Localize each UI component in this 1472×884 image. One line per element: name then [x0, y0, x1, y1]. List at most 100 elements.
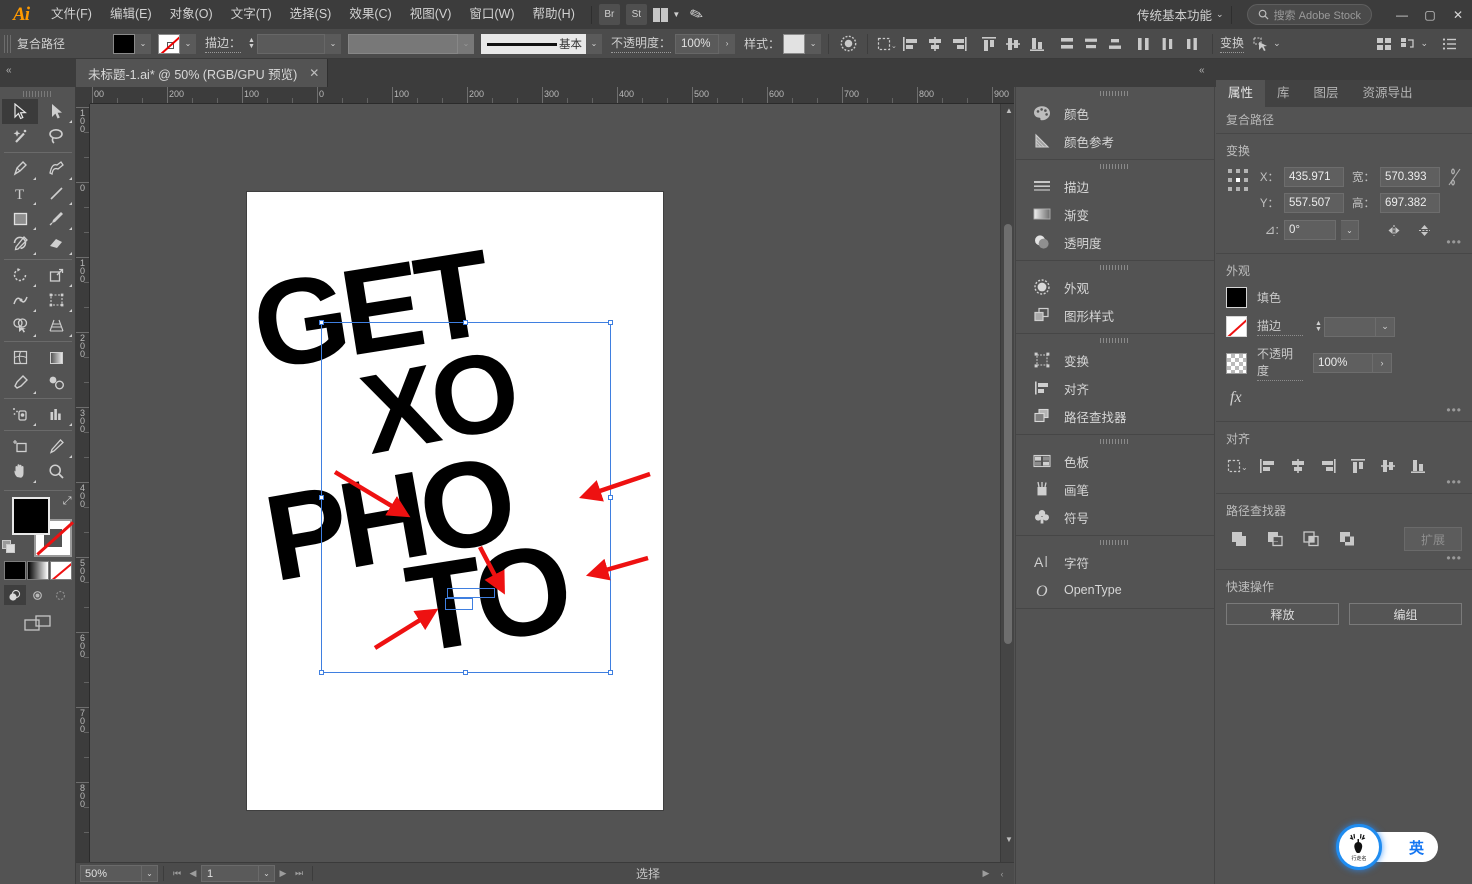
feather-icon[interactable]: ✎ [687, 3, 706, 26]
stock-search-box[interactable]: 搜索 Adobe Stock [1247, 4, 1372, 25]
control-bar-grip[interactable] [4, 35, 11, 53]
color-flat-button[interactable] [4, 561, 26, 580]
align-left-icon[interactable] [899, 32, 923, 56]
minus-front-button[interactable] [1264, 527, 1288, 551]
window-maximize-button[interactable]: ▢ [1416, 0, 1444, 29]
artboard-dropdown[interactable]: ⌄ [259, 865, 275, 882]
stroke-style-field[interactable] [348, 34, 458, 54]
release-button[interactable]: 释放 [1226, 603, 1339, 625]
color-gradient-button[interactable] [27, 561, 49, 580]
zoom-level-dropdown[interactable]: ⌄ [142, 865, 158, 882]
panel-color[interactable]: 颜色 [1016, 99, 1214, 127]
height-input[interactable]: 697.382 [1380, 193, 1440, 213]
last-artboard-button[interactable]: ⏭ [291, 865, 307, 882]
panel-appearance[interactable]: 外观 [1016, 273, 1214, 301]
status-collapse-icon[interactable]: ‹ [994, 865, 1010, 882]
column-graph-tool[interactable] [38, 402, 74, 427]
panel-symbols[interactable]: 符号 [1016, 503, 1214, 531]
panel-pathfinder[interactable]: 路径查找器 [1016, 402, 1214, 430]
angle-input[interactable]: 0° [1284, 220, 1336, 240]
vertical-scroll-thumb[interactable] [1004, 224, 1012, 644]
stroke-color-dropdown[interactable]: ⌄ [180, 34, 196, 54]
toolbar-collapse-icon[interactable]: « [6, 65, 10, 76]
fill-color-dropdown[interactable]: ⌄ [135, 34, 151, 54]
eyedropper-tool[interactable] [2, 370, 38, 395]
swap-fill-stroke-icon[interactable]: ⤢ [63, 495, 72, 508]
appearance-stroke-stepper[interactable]: ▲▼ [1313, 317, 1324, 337]
menu-window[interactable]: 窗口(W) [460, 0, 523, 29]
stroke-profile-dropdown[interactable]: ⌄ [586, 34, 602, 54]
panel-opentype[interactable]: O OpenType [1016, 576, 1214, 604]
selection-handle-ml[interactable] [319, 495, 324, 500]
select-similar-dropdown[interactable]: ⌄ [1273, 38, 1281, 49]
type-tool[interactable]: T [2, 181, 38, 206]
eraser-tool[interactable] [38, 231, 74, 256]
panel-character[interactable]: A 字符 [1016, 548, 1214, 576]
graphic-style-swatch[interactable] [783, 34, 805, 54]
tab-properties[interactable]: 属性 [1216, 80, 1265, 107]
ruler-corner[interactable] [76, 87, 90, 104]
dock-collapse-icon[interactable]: « [1199, 65, 1203, 76]
unite-button[interactable] [1228, 527, 1252, 551]
intersect-button[interactable] [1300, 527, 1324, 551]
first-artboard-button[interactable]: ⏮ [169, 865, 185, 882]
horizontal-ruler[interactable]: 00 200 100 0 100 200 300 400 500 [90, 87, 1014, 104]
align-top-icon[interactable] [977, 32, 1001, 56]
hand-tool[interactable] [2, 459, 38, 484]
magic-wand-tool[interactable] [2, 124, 38, 149]
dock-group-grip[interactable] [1100, 265, 1130, 270]
recolor-artwork-icon[interactable] [836, 32, 860, 56]
dock-group-grip[interactable] [1100, 540, 1130, 545]
fill-color-indicator[interactable] [12, 497, 50, 535]
artboard-tool[interactable] [2, 434, 38, 459]
dock-group-grip[interactable] [1100, 91, 1130, 96]
canvas-area[interactable]: GET XO PHO TO [90, 104, 1000, 866]
selection-tool[interactable] [2, 99, 38, 124]
panel-stroke[interactable]: 描边 [1016, 172, 1214, 200]
distribute-left-icon[interactable] [1133, 32, 1157, 56]
flip-horizontal-icon[interactable] [1383, 219, 1407, 241]
appearance-opacity-input[interactable]: 100% [1313, 353, 1373, 373]
distribute-top-icon[interactable] [1055, 32, 1079, 56]
tab-libraries[interactable]: 库 [1265, 80, 1302, 107]
transform-panel-label[interactable]: 变换 [1220, 34, 1244, 53]
expand-button[interactable]: 扩展 [1404, 527, 1462, 551]
distribute-right-icon[interactable] [1181, 32, 1205, 56]
menu-type[interactable]: 文字(T) [222, 0, 281, 29]
blend-tool[interactable] [38, 370, 74, 395]
selection-handle-tc[interactable] [463, 320, 468, 325]
panel-transparency[interactable]: 透明度 [1016, 228, 1214, 256]
align-middle-button[interactable] [1376, 455, 1400, 477]
selection-bounding-box[interactable] [321, 322, 611, 673]
arrange-documents-icon[interactable]: ▼ [653, 8, 680, 22]
dock-group-grip[interactable] [1100, 338, 1130, 343]
lasso-tool[interactable] [38, 124, 74, 149]
angle-dropdown[interactable]: ⌄ [1341, 220, 1359, 240]
canvas-vertical-scrollbar[interactable]: ▲ ▼ [1000, 104, 1014, 866]
appearance-fill-swatch[interactable] [1226, 287, 1247, 308]
panel-align[interactable]: 对齐 [1016, 374, 1214, 402]
scroll-down-icon[interactable]: ▼ [1005, 835, 1013, 844]
bridge-icon[interactable]: Br [599, 4, 620, 25]
panel-graphic-styles[interactable]: 图形样式 [1016, 301, 1214, 329]
symbol-sprayer-tool[interactable] [2, 402, 38, 427]
selection-handle-br[interactable] [608, 670, 613, 675]
y-input[interactable]: 557.507 [1284, 193, 1344, 213]
menu-effect[interactable]: 效果(C) [340, 0, 400, 29]
fill-color-swatch[interactable] [113, 34, 135, 54]
draw-normal-icon[interactable] [4, 585, 26, 605]
workspace-switcher[interactable]: 传统基本功能 [1133, 5, 1216, 24]
exclude-button[interactable] [1336, 527, 1360, 551]
opacity-input[interactable]: 100% [675, 34, 719, 54]
distribute-spacing-icon[interactable] [1372, 32, 1396, 56]
opacity-options-button[interactable]: › [719, 34, 735, 54]
selection-handle-tr[interactable] [608, 320, 613, 325]
color-none-button[interactable] [50, 561, 72, 580]
appearance-stroke-dropdown[interactable]: ⌄ [1376, 317, 1395, 337]
tab-asset-export[interactable]: 资源导出 [1351, 80, 1425, 107]
appearance-opacity-options[interactable]: › [1373, 353, 1392, 373]
distribute-center-vertical-icon[interactable] [1079, 32, 1103, 56]
panel-color-guide[interactable]: 颜色参考 [1016, 127, 1214, 155]
shape-builder-tool[interactable] [2, 313, 38, 338]
status-expand-icon[interactable]: ▶ [978, 865, 994, 882]
